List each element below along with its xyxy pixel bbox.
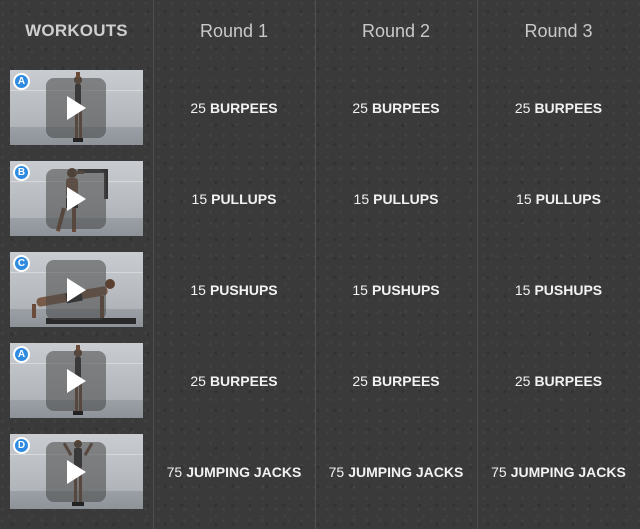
row-3-round-2: 15 PUSHUPS xyxy=(352,281,440,298)
row-2-round-2: 15 PULLUPS xyxy=(353,190,439,207)
row-1-round-2: 25 BURPEES xyxy=(352,99,440,116)
play-icon xyxy=(67,187,86,211)
workout-row-3: C xyxy=(0,244,153,335)
round-2-header: Round 2 xyxy=(361,20,431,41)
play-icon xyxy=(67,278,86,302)
row-3-round-3: 15 PUSHUPS xyxy=(514,281,603,298)
row-4-round-1: 25 BURPEES xyxy=(190,372,278,389)
play-button[interactable] xyxy=(46,78,106,138)
play-icon xyxy=(67,96,86,120)
workouts-header: WORKOUTS xyxy=(25,21,128,40)
video-thumbnail-pushups[interactable]: C xyxy=(10,252,143,327)
row-5-round-2: 75 JUMPING JACKS xyxy=(328,463,464,480)
exercise-badge: A xyxy=(13,346,30,363)
row-4-round-3: 25 BURPEES xyxy=(514,372,603,389)
video-thumbnail-jumping-jacks[interactable]: D xyxy=(10,434,143,509)
workout-row-4: A xyxy=(0,335,153,426)
video-thumbnail-burpees[interactable]: A xyxy=(10,70,143,145)
workout-table: WORKOUTS Round 1 Round 2 Round 3 A 25 BUR… xyxy=(0,0,640,529)
exercise-badge: B xyxy=(13,164,30,181)
row-5-round-3: 75 JUMPING JACKS xyxy=(491,463,626,480)
workout-row-2: B xyxy=(0,153,153,244)
video-thumbnail-burpees[interactable]: A xyxy=(10,343,143,418)
play-icon xyxy=(67,460,86,484)
row-3-round-1: 15 PUSHUPS xyxy=(190,281,278,298)
row-4-round-2: 25 BURPEES xyxy=(352,372,440,389)
round-3-header: Round 3 xyxy=(524,20,593,41)
play-button[interactable] xyxy=(46,260,106,320)
row-5-round-1: 75 JUMPING JACKS xyxy=(166,463,302,480)
row-2-round-1: 15 PULLUPS xyxy=(191,190,277,207)
play-button[interactable] xyxy=(46,442,106,502)
exercise-badge: D xyxy=(13,437,30,454)
play-icon xyxy=(67,369,86,393)
row-2-round-3: 15 PULLUPS xyxy=(516,190,601,207)
play-button[interactable] xyxy=(46,351,106,411)
workout-row-5: D xyxy=(0,426,153,517)
video-thumbnail-pullups[interactable]: B xyxy=(10,161,143,236)
row-1-round-1: 25 BURPEES xyxy=(190,99,278,116)
exercise-badge: C xyxy=(13,255,30,272)
row-1-round-3: 25 BURPEES xyxy=(514,99,603,116)
workout-row-1: A xyxy=(0,62,153,153)
exercise-badge: A xyxy=(13,73,30,90)
play-button[interactable] xyxy=(46,169,106,229)
round-1-header: Round 1 xyxy=(199,20,269,41)
